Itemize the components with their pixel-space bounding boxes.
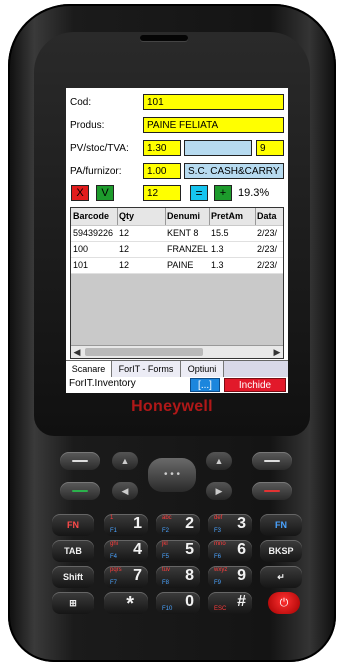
confirm-v-button[interactable]: V [96,185,114,201]
cell-barcode: 100 [73,244,89,254]
app-title: ForIT.Inventory [69,378,136,389]
brand-logo: Honeywell [131,398,213,415]
key-8[interactable]: tuv 8 F8 [156,566,200,588]
key-4[interactable]: ghi 4 F4 [104,540,148,562]
app-screen: Cod: 101 Produs: PAINE FELIATA PV/stoc/T… [66,88,288,393]
fn-left-key[interactable]: FN [52,514,94,536]
cod-field[interactable]: 101 [143,94,284,110]
tab-optiuni[interactable]: Optiuni [181,361,224,377]
key-hash[interactable]: # ESC [208,592,252,614]
tab-bar: Scanare ForIT - Forms Optiuni [66,360,288,377]
left-arrow-icon[interactable]: ◀ [112,482,138,500]
cell-barcode: 59439226 [73,228,114,238]
windows-key[interactable]: ⊞ [52,592,94,614]
produs-row: Produs: PAINE FELIATA [66,117,288,137]
cell-denumire: PAINE [167,260,194,270]
more-button[interactable]: [...] [190,378,220,392]
tab-scanare[interactable]: Scanare [66,361,112,377]
left-soft-key[interactable] [60,452,100,470]
plus-button[interactable]: + [214,185,232,201]
fn-right-key[interactable]: FN [260,514,302,536]
up-right-arrow-icon[interactable]: ▲ [206,452,232,470]
cell-pret: 15.5 [211,228,229,238]
pa-row: PA/furnizor: 1.00 S.C. CASH&CARRY [66,163,288,183]
end-call-key[interactable] [252,482,292,500]
cell-denumire: FRANZEL [167,244,209,254]
col-denumire[interactable]: Denumi [167,208,210,225]
cell-data: 2/23/ [257,228,278,238]
key-1[interactable]: 1 1 F1 [104,514,148,536]
pa-label: PA/furnizor: [70,166,122,177]
call-key[interactable] [60,482,100,500]
status-bar: ForIT.Inventory [...] Inchide [66,377,288,393]
key-2[interactable]: abc 2 F2 [156,514,200,536]
cell-barcode: 101 [73,260,89,270]
col-pret[interactable]: PretAm [211,208,256,225]
table-row[interactable]: 100 12 FRANZEL 1.3 2/23/ [71,242,283,258]
tab-key[interactable]: TAB [52,540,94,562]
horizontal-scrollbar[interactable]: ◀ ▶ [71,345,283,358]
power-icon[interactable]: ⏻ [268,592,300,614]
key-7[interactable]: pqrs 7 F7 [104,566,148,588]
enter-key[interactable]: ↵ [260,566,302,588]
key-0[interactable]: 0 F10 [156,592,200,614]
margin-percent: 19.3% [238,187,270,199]
col-qty[interactable]: Qty [119,208,166,225]
equals-button[interactable]: = [190,185,208,201]
cell-qty: 12 [119,244,130,254]
action-row: X V 12 = + 19.3% [66,185,288,205]
tab-forit-forms[interactable]: ForIT - Forms [112,361,181,377]
cell-pret: 1.3 [211,244,224,254]
pa-field[interactable]: 1.00 [143,163,181,179]
right-arrow-icon[interactable]: ▶ [206,482,232,500]
furnizor-field[interactable]: S.C. CASH&CARRY [184,163,284,179]
cell-data: 2/23/ [257,260,278,270]
cod-label: Cod: [70,97,92,108]
cell-data: 2/23/ [257,244,278,254]
stoc-field[interactable] [184,140,252,156]
cod-row: Cod: 101 [66,94,288,114]
produs-label: Produs: [70,120,105,131]
backspace-key[interactable]: BKSP [260,540,302,562]
key-5[interactable]: jkl 5 F5 [156,540,200,562]
enter-center-key[interactable]: • • • [148,458,196,492]
scroll-right-icon[interactable]: ▶ [271,346,283,358]
key-star[interactable]: * [104,592,148,615]
cell-qty: 12 [119,260,130,270]
scroll-thumb[interactable] [85,348,203,356]
speaker-grille [140,35,188,41]
qty-field[interactable]: 12 [143,185,181,201]
close-button[interactable]: Inchide [224,378,286,392]
key-3[interactable]: def 3 F3 [208,514,252,536]
up-arrow-icon[interactable]: ▲ [112,452,138,470]
pv-label: PV/stoc/TVA: [70,143,129,154]
col-barcode[interactable]: Barcode [73,208,118,225]
key-6[interactable]: mno 6 F6 [208,540,252,562]
right-soft-key[interactable] [252,452,292,470]
table-header: Barcode Qty Denumi PretAm Data [71,208,283,225]
pv-field[interactable]: 1.30 [143,140,181,156]
produs-field[interactable]: PAINE FELIATA [143,117,284,133]
table-row[interactable]: 101 12 PAINE 1.3 2/23/ [71,258,283,274]
shift-key[interactable]: Shift [52,566,94,588]
pv-row: PV/stoc/TVA: 1.30 9 [66,140,288,160]
col-data[interactable]: Data [257,208,283,225]
cancel-x-button[interactable]: X [71,185,89,201]
cell-qty: 12 [119,228,130,238]
table-row[interactable]: 59439226 12 KENT 8 15.5 2/23/ [71,226,283,242]
cell-pret: 1.3 [211,260,224,270]
key-9[interactable]: wxyz 9 F9 [208,566,252,588]
items-table[interactable]: Barcode Qty Denumi PretAm Data 59439226 … [70,207,284,359]
cell-denumire: KENT 8 [167,228,199,238]
scroll-left-icon[interactable]: ◀ [71,346,83,358]
tva-field[interactable]: 9 [256,140,284,156]
